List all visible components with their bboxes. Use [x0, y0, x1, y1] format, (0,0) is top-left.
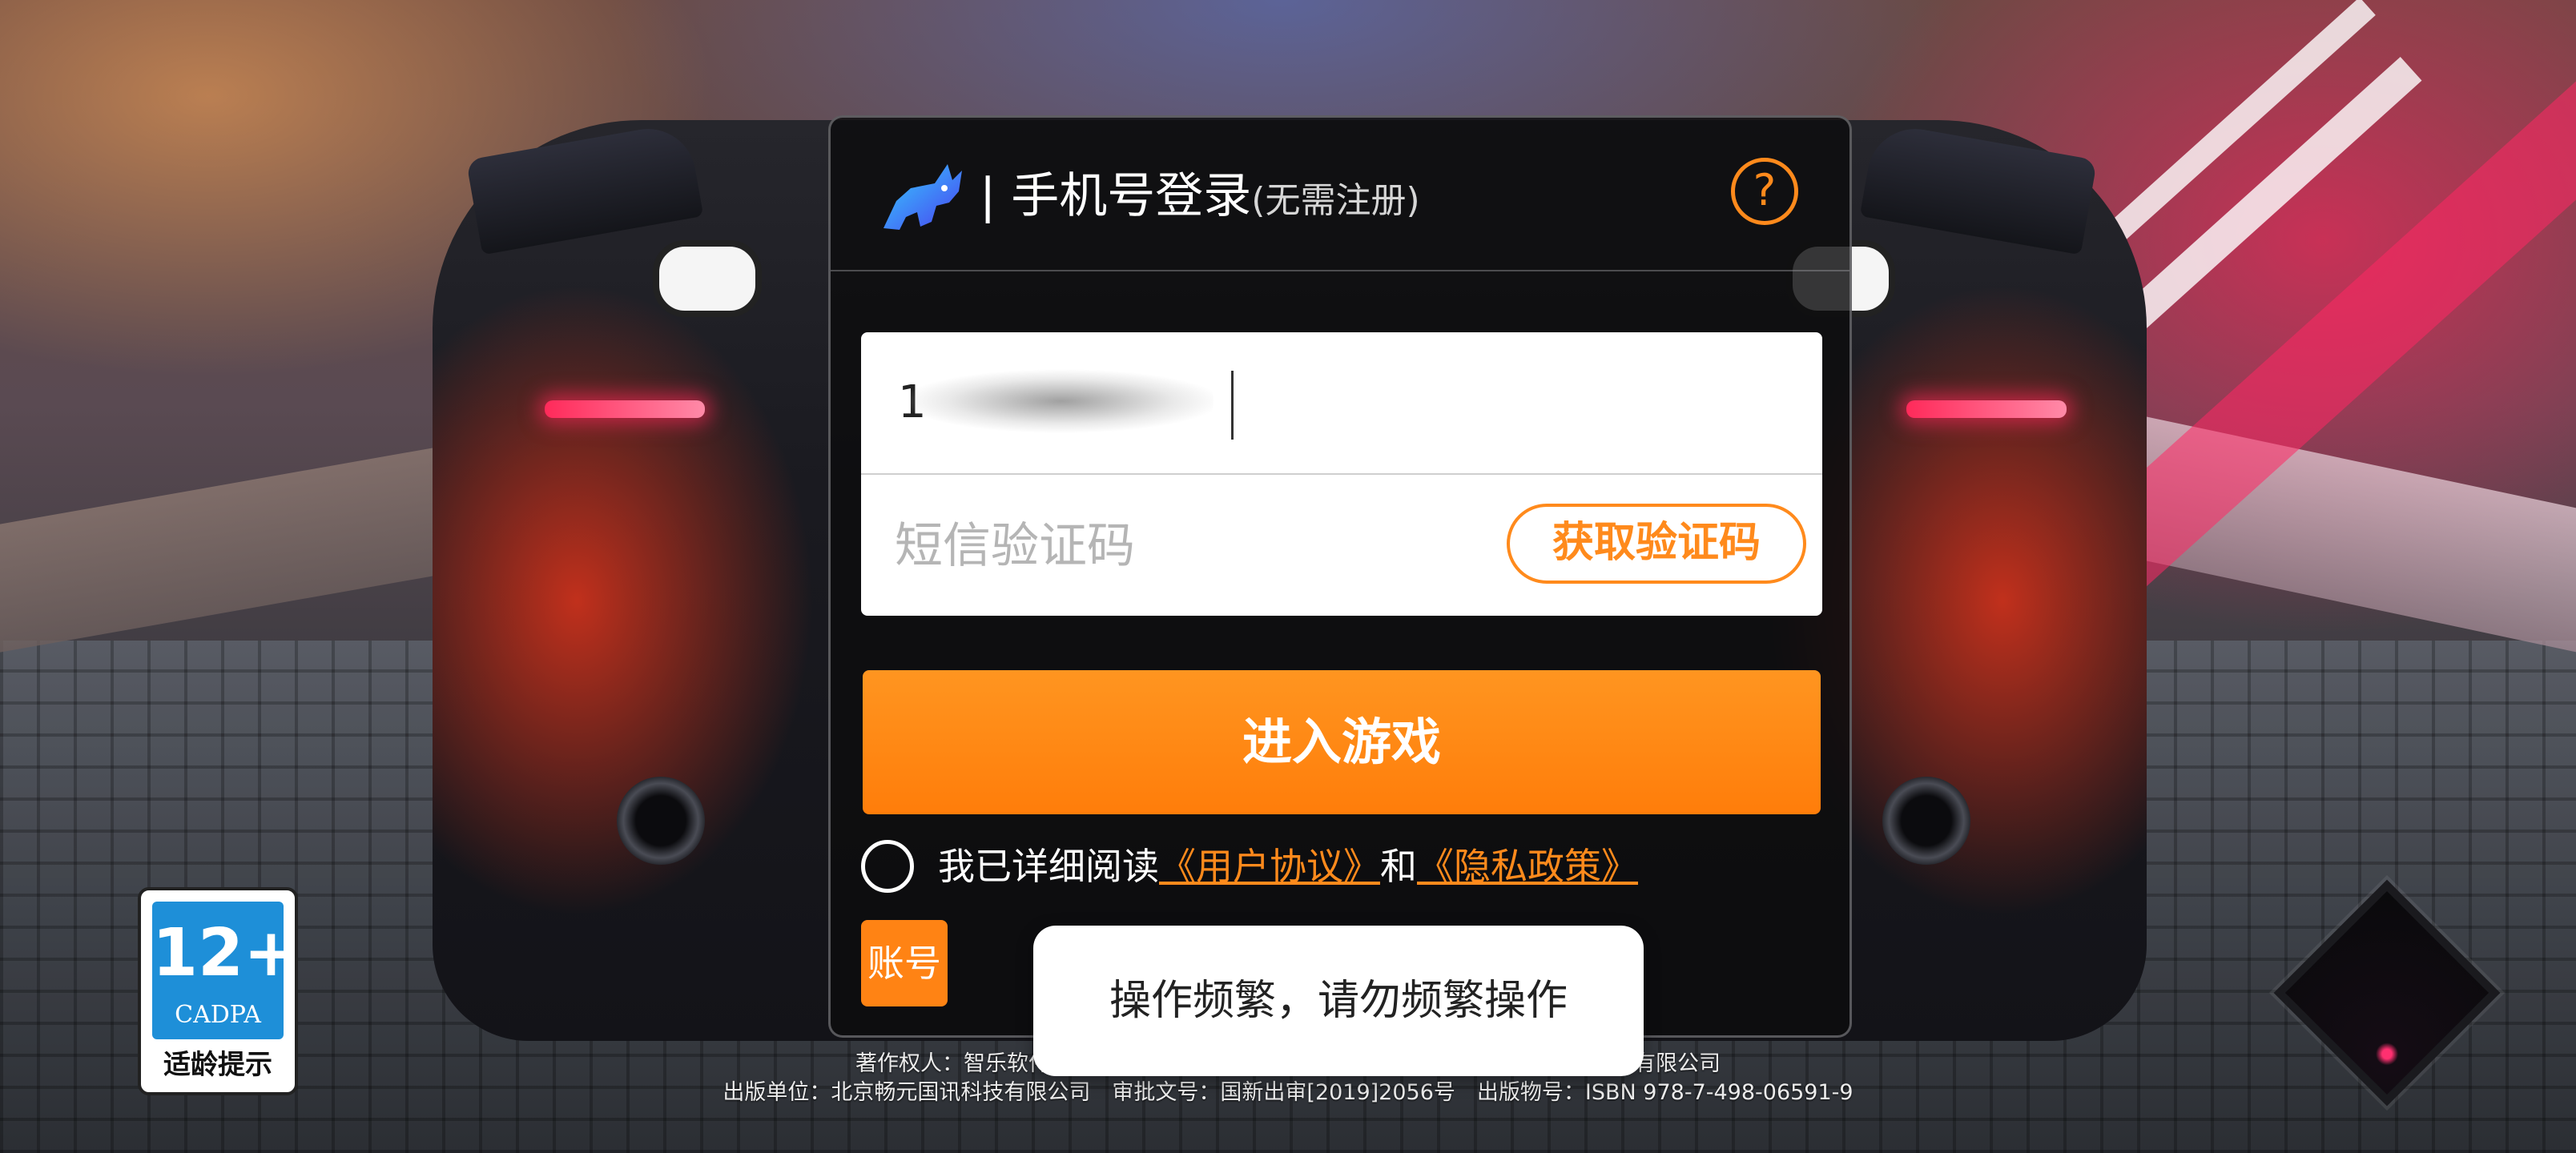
get-code-button[interactable]: 获取验证码 — [1507, 504, 1806, 584]
sidewalk-left — [0, 436, 497, 653]
car-taillight-right — [1906, 400, 2067, 418]
age-rating-panel: 12+ CADPA — [152, 902, 299, 1039]
agreement-text: 我已详细阅读《用户协议》和《隐私政策》 — [938, 842, 1638, 891]
dialog-title: | 手机号登录(无需注册) — [980, 164, 1420, 233]
account-login-button[interactable]: 账号 — [861, 920, 948, 1006]
agreement-row: 我已详细阅读《用户协议》和《隐私政策》 — [861, 830, 1822, 902]
car-taillight-left — [545, 400, 705, 418]
toast-message: 操作频繁，请勿频繁操作 — [1033, 926, 1644, 1076]
agreement-and: 和 — [1380, 845, 1417, 888]
privacy-policy-link[interactable]: 《隐私政策》 — [1417, 845, 1638, 888]
question-circle-icon[interactable]: ? — [1731, 158, 1798, 225]
car-mirror-left — [653, 240, 762, 317]
agreement-checkbox[interactable] — [861, 840, 914, 893]
age-rating-number: 12+ — [152, 915, 299, 991]
user-agreement-link[interactable]: 《用户协议》 — [1159, 845, 1380, 888]
sms-code-input[interactable] — [893, 513, 1457, 579]
sms-code-row: 获取验证码 — [861, 475, 1822, 616]
agreement-prefix: 我已详细阅读 — [938, 845, 1159, 888]
copyright-line-2: 出版单位：北京畅元国讯科技有限公司 审批文号：国新出审[2019]2056号 出… — [722, 1080, 1854, 1105]
age-rating-badge: 12+ CADPA 适龄提示 — [138, 887, 299, 1095]
login-form: 1 获取验证码 — [861, 332, 1822, 616]
phone-field[interactable]: 1 — [861, 332, 1822, 475]
text-caret — [1231, 371, 1234, 440]
dialog-header: | 手机号登录(无需注册) ? — [831, 118, 1849, 271]
enter-game-button[interactable]: 进入游戏 — [863, 670, 1821, 814]
car-exhaust-right — [1882, 777, 1970, 865]
game-login-screen: | 手机号登录(无需注册) ? 1 获取验证码 进入游戏 我已详细阅读《用户协议… — [0, 0, 2576, 1153]
age-rating-label: 适龄提示 — [163, 1049, 272, 1081]
dialog-title-sub: (无需注册) — [1251, 180, 1420, 221]
age-rating-org: CADPA — [175, 1001, 261, 1029]
login-dialog: | 手机号登录(无需注册) ? 1 获取验证码 进入游戏 我已详细阅读《用户协议… — [828, 115, 1852, 1038]
phone-number-redaction — [909, 369, 1214, 433]
dialog-title-main: | 手机号登录 — [980, 168, 1252, 224]
rhino-logo-icon — [883, 164, 962, 230]
car-exhaust-left — [617, 777, 705, 865]
